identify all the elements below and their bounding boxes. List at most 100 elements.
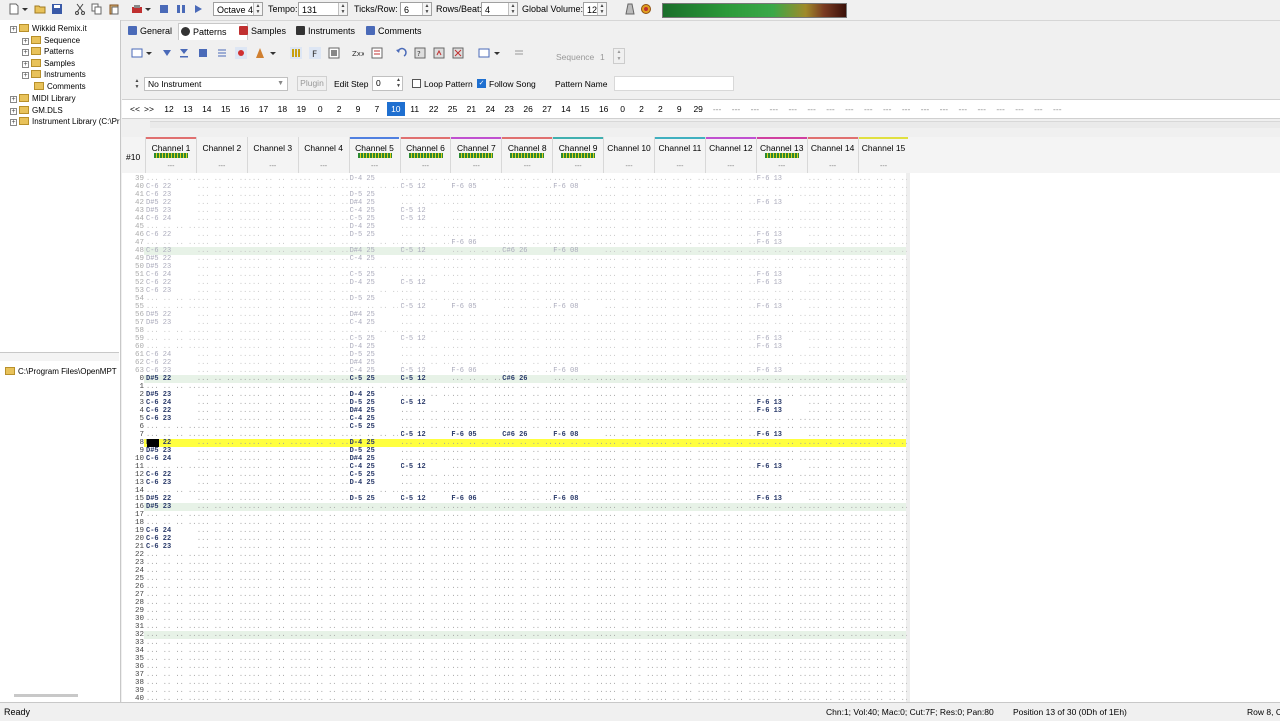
pattern-cell[interactable]: ... .. .. ... — [655, 343, 704, 351]
pattern-cell[interactable]: ... .. .. ... — [553, 319, 602, 327]
row-number[interactable]: 49 — [122, 255, 144, 263]
pattern-cell[interactable]: ... .. .. ... — [859, 487, 908, 495]
expand-icon[interactable]: + — [22, 72, 29, 79]
pattern-cell[interactable]: ... .. .. ... — [757, 423, 806, 431]
pattern-cell[interactable]: D-4 25 — [350, 439, 399, 447]
pattern-cell[interactable]: ... .. .. ... — [350, 511, 399, 519]
pattern-cell[interactable]: ... .. .. ... — [299, 559, 348, 567]
pattern-cell[interactable]: ... .. .. ... — [808, 175, 857, 183]
pattern-cell[interactable]: ... .. .. ... — [197, 647, 246, 655]
pattern-cell[interactable]: ... .. .. ... — [248, 463, 297, 471]
channel-header[interactable]: Channel 8 --- — [501, 137, 553, 173]
row-number[interactable]: 50 — [122, 263, 144, 271]
pattern-cell[interactable]: ... .. .. ... — [808, 583, 857, 591]
row-number[interactable]: 31 — [122, 623, 144, 631]
pattern-cell[interactable]: ... .. .. ... — [604, 655, 653, 663]
pattern-cell[interactable]: ... .. .. ... — [197, 183, 246, 191]
pattern-cell[interactable]: ... .. .. ... — [757, 687, 806, 695]
pattern-cell[interactable]: ... .. .. ... — [502, 551, 551, 559]
pattern-cell[interactable]: ... .. .. ... — [197, 455, 246, 463]
stop-pattern-icon[interactable] — [197, 47, 209, 59]
pattern-cell[interactable]: ... .. .. ... — [604, 511, 653, 519]
pattern-cell[interactable]: ... .. .. ... — [808, 399, 857, 407]
pattern-cell[interactable]: ... .. .. ... — [655, 183, 704, 191]
pattern-cell[interactable]: ... .. .. ... — [706, 415, 755, 423]
pattern-cell[interactable]: ... .. .. ... — [706, 655, 755, 663]
pattern-cell[interactable]: ... .. .. ... — [757, 359, 806, 367]
pattern-cell[interactable]: ... .. .. ... — [248, 695, 297, 702]
pattern-cell[interactable]: ... .. .. ... — [706, 591, 755, 599]
pattern-cell[interactable]: ... .. .. ... — [502, 311, 551, 319]
pattern-cell[interactable]: ... .. .. ... — [604, 359, 653, 367]
pattern-cell[interactable]: ... .. .. ... — [604, 607, 653, 615]
pattern-cell[interactable]: ... .. .. ... — [706, 511, 755, 519]
pattern-cell[interactable]: ... .. .. ... — [859, 519, 908, 527]
pattern-cell[interactable]: C-5 12 — [401, 303, 450, 311]
pattern-cell[interactable]: ... .. .. ... — [401, 527, 450, 535]
pattern-cell[interactable]: ... .. .. ... — [553, 655, 602, 663]
order-item[interactable]: --- — [727, 102, 745, 116]
row-number[interactable]: 7 — [122, 431, 144, 439]
pattern-cell[interactable]: C-4 25 — [350, 255, 399, 263]
pattern-cell[interactable]: ... .. .. ... — [197, 375, 246, 383]
stop-icon[interactable] — [158, 3, 170, 15]
pattern-cell[interactable]: C-5 25 — [350, 375, 399, 383]
pattern-cell[interactable]: ... .. .. ... — [451, 479, 500, 487]
pattern-cell[interactable]: ... .. .. ... — [401, 447, 450, 455]
pattern-cell[interactable]: ... .. .. ... — [401, 471, 450, 479]
pattern-cell[interactable]: ... .. .. ... — [553, 687, 602, 695]
pattern-cell[interactable]: ... .. .. ... — [604, 487, 653, 495]
pattern-cell[interactable]: ... .. .. ... — [401, 503, 450, 511]
pattern-cell[interactable]: ... .. .. ... — [757, 327, 806, 335]
pattern-cell[interactable]: ... .. .. ... — [197, 431, 246, 439]
pattern-cell[interactable]: ... .. .. ... — [706, 503, 755, 511]
pattern-cell[interactable]: ... .. .. ... — [502, 319, 551, 327]
channel-header[interactable]: Channel 4 --- — [297, 137, 349, 173]
pattern-cell[interactable]: ... .. .. ... — [553, 383, 602, 391]
pattern-cell[interactable]: C-6 22 — [146, 279, 195, 287]
row-number[interactable]: 14 — [122, 487, 144, 495]
pattern-cell[interactable]: ... .. .. ... — [401, 583, 450, 591]
row-number[interactable]: 45 — [122, 223, 144, 231]
pattern-cell[interactable]: ... .. .. ... — [451, 199, 500, 207]
pattern-cell[interactable]: ... .. .. ... — [808, 223, 857, 231]
pattern-cell[interactable]: ... .. .. ... — [859, 575, 908, 583]
row-number[interactable]: 35 — [122, 655, 144, 663]
pattern-cell[interactable]: ... .. .. ... — [299, 271, 348, 279]
pattern-cell[interactable]: ... .. .. ... — [859, 431, 908, 439]
pattern-cell[interactable]: D-5 25 — [350, 295, 399, 303]
row-number[interactable]: 25 — [122, 575, 144, 583]
pattern-cell[interactable]: ... .. .. ... — [451, 447, 500, 455]
pattern-cell[interactable]: ... .. .. ... — [299, 207, 348, 215]
pattern-cell[interactable]: C-6 22 — [146, 471, 195, 479]
pattern-cell[interactable]: ... .. .. ... — [299, 255, 348, 263]
pattern-cell[interactable]: ... .. .. ... — [655, 615, 704, 623]
pattern-cell[interactable]: ... .. .. ... — [451, 439, 500, 447]
order-item[interactable]: --- — [935, 102, 953, 116]
pattern-cell[interactable]: D#5 23 — [146, 319, 195, 327]
pattern-cell[interactable]: ... .. .. ... — [757, 543, 806, 551]
pattern-cell[interactable]: ... .. .. ... — [655, 383, 704, 391]
pattern-cell[interactable]: ... .. .. ... — [706, 223, 755, 231]
pattern-cell[interactable]: ... .. .. ... — [655, 423, 704, 431]
pattern-cell[interactable]: D#5 23 — [146, 391, 195, 399]
pattern-cell[interactable]: ... .. .. ... — [248, 335, 297, 343]
pattern-cell[interactable]: F-6 13 — [757, 407, 806, 415]
pattern-cell[interactable]: ... .. .. ... — [553, 695, 602, 702]
pattern-cell[interactable]: ... .. .. ... — [197, 607, 246, 615]
pattern-cell[interactable]: ... .. .. ... — [350, 599, 399, 607]
pattern-cell[interactable]: ... .. .. ... — [655, 271, 704, 279]
pattern-cell[interactable]: ... .. .. ... — [808, 431, 857, 439]
pattern-cell[interactable]: ... .. .. ... — [451, 687, 500, 695]
pattern-cell[interactable]: C-5 12 — [401, 495, 450, 503]
pattern-cell[interactable]: ... .. .. ... — [401, 199, 450, 207]
order-item[interactable]: --- — [916, 102, 934, 116]
pattern-cell[interactable]: ... .. .. ... — [757, 655, 806, 663]
pattern-cell[interactable]: ... .. .. ... — [757, 223, 806, 231]
pattern-cell[interactable]: ... .. .. ... — [401, 679, 450, 687]
pattern-cell[interactable]: ... .. .. ... — [502, 647, 551, 655]
pattern-cell[interactable]: ... .. .. ... — [604, 631, 653, 639]
row-number[interactable]: 63 — [122, 367, 144, 375]
pattern-cell[interactable]: ... .. .. ... — [299, 551, 348, 559]
pattern-cell[interactable]: ... .. .. ... — [502, 239, 551, 247]
